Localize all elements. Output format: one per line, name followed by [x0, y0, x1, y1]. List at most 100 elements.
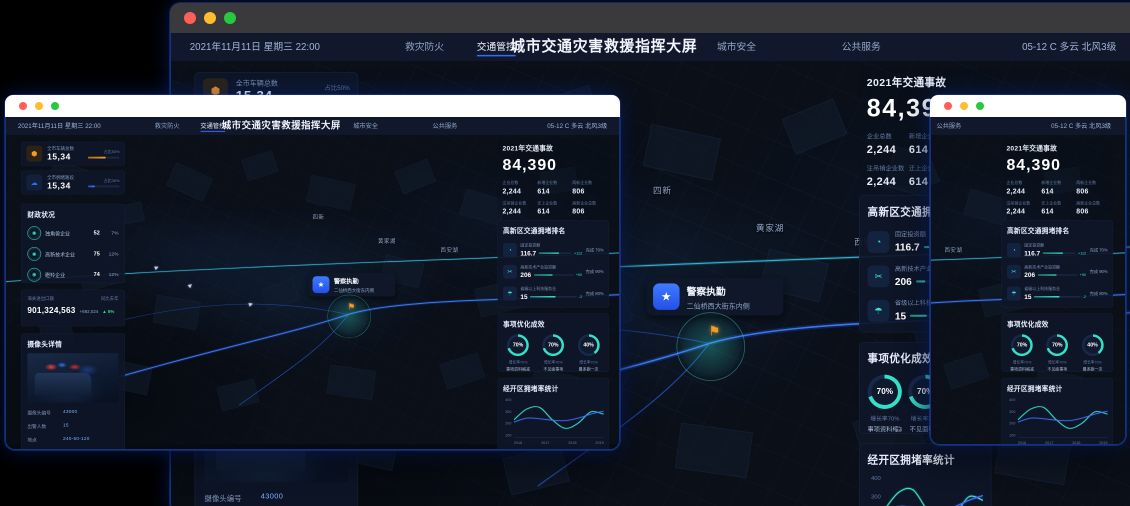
road-ratio-label: 占比30% — [88, 178, 120, 183]
nav-tab-public-service[interactable]: 公共服务 — [937, 117, 962, 135]
close-button[interactable] — [19, 102, 27, 110]
ranking-row-value: 15 — [1024, 293, 1031, 300]
camera-detail-panel: 摄像头详情 摄像头编号 43000 出警人数 15 地点 240-60-120 — [21, 333, 125, 450]
ranking-row-mid: 省级以上科技服务业 15 -2 — [520, 286, 582, 300]
ranking-row-done: 完成 70% — [1090, 247, 1108, 253]
gauge: 40% 增长率70% 最多跑一次 — [1077, 334, 1107, 372]
right-panel-column: 2021年交通事故 84,390 企业总数2,244 新增企业数614 两新企业… — [1001, 135, 1113, 445]
gauge-growth-label: 增长率70% — [1007, 360, 1037, 365]
weather-info: 05-12 C 多云 北风3级 — [1022, 33, 1116, 61]
ranking-progress-track — [1043, 252, 1076, 253]
ring-gauge: 70% — [507, 334, 529, 356]
minimize-button[interactable] — [35, 102, 43, 110]
nav-tab-public-service[interactable]: 公共服务 — [433, 117, 458, 135]
camera-row: 出警人数 15 — [27, 423, 118, 430]
ranking-progress-track — [539, 252, 572, 253]
y-axis-ticks: 100 200 300 400 — [868, 474, 885, 506]
left-browser-window[interactable]: 2021年11月11日 星期三 22:00 救灾防火 交通管控 城市交通灾害救援… — [5, 95, 620, 450]
hightech-investment-icon: ✂ — [1007, 265, 1021, 279]
congestion-ranking-panel: 高新区交通拥堵排名 ◔ 固定投资额 116.7 +112 完成 70% ✂ — [498, 220, 610, 307]
finance-row: ◉ 独角兽企业 52 7% — [27, 226, 118, 240]
weather-info: 05-12 C 多云 北风3级 — [1051, 117, 1111, 135]
ranking-row: ☂ 省级以上科技服务业 15 -2 完成 80% — [1007, 286, 1108, 300]
trade-label: 海关进出口额 — [27, 295, 54, 301]
top-nav: 2021年11月11日 星期三 22:00 救灾防火 交通管控 城市交通灾害救援… — [930, 117, 1125, 135]
ranking-progress-track — [534, 274, 574, 275]
finance-row-label: 独角兽企业 — [45, 229, 83, 236]
ranking-row: ☂ 省级以上科技服务业 15 -2 完成 80% — [503, 286, 604, 300]
left-panel-column: ⬢ 全市车辆总数 15,34 占比50% ☁ 全市拥堵路段 15,34 — [21, 135, 125, 445]
nav-tab-public-service[interactable]: 公共服务 — [842, 33, 881, 61]
camera-panel-title: 摄像头详情 — [27, 339, 118, 349]
ranking-row-value: 206 — [1024, 271, 1035, 278]
dashboard: 2021年11月11日 星期三 22:00 救灾防火 交通管控 城市交通灾害救援… — [930, 117, 1125, 444]
minimize-button[interactable] — [960, 102, 968, 110]
ranking-row: ✂ 高新技术产业投资额 206 +50 完成 90% — [503, 264, 604, 278]
shield-star-glyph: ★ — [318, 280, 325, 289]
ring-gauge: 40% — [1082, 334, 1104, 356]
page-title: 城市交通灾害救援指挥大屏 — [506, 33, 701, 61]
nav-tab-city-safety[interactable]: 城市安全 — [717, 33, 756, 61]
accidents-title: 2021年交通事故 — [867, 74, 984, 90]
trade-values: 901,324,563 +692,024 ▲ 5% — [27, 306, 118, 315]
stat-cell: 新增企业数614 — [1041, 180, 1073, 195]
ranking-row-value: 116.7 — [895, 241, 920, 253]
trade-headers: 海关进出口额 同比去年 — [27, 295, 118, 301]
hightech-enterprise-icon: ◉ — [27, 247, 41, 261]
ranking-progress-track — [1038, 274, 1078, 275]
minimize-button[interactable] — [204, 12, 216, 24]
incident-radius-marker[interactable]: ⚑ — [676, 312, 745, 381]
flag-marker-icon: ⚑ — [348, 302, 356, 312]
camera-row-value: 240-60-120 — [63, 436, 90, 443]
vehicle-icon: ⬢ — [26, 146, 42, 162]
incident-radius-marker[interactable]: ⚑ — [327, 295, 371, 339]
close-button[interactable] — [944, 102, 952, 110]
hightech-investment-icon: ✂ — [503, 265, 517, 279]
finance-row-pct: 7% — [104, 230, 119, 235]
nav-tab-disaster[interactable]: 救灾防火 — [405, 33, 444, 61]
camera-row: 地点 240-60-120 — [27, 436, 118, 443]
vehicle-ratio-label: 占比50% — [300, 83, 350, 92]
zoom-button[interactable] — [51, 102, 59, 110]
trend-chart: 100 200 300 400 — [868, 474, 983, 506]
tooltip-title: 警察执勤 — [687, 283, 750, 298]
ranking-progress-fill — [1034, 296, 1059, 297]
zoom-button[interactable] — [224, 12, 236, 24]
stat-cell: 两新企业数806 — [1076, 180, 1108, 195]
road-card-texts: 全市拥堵路段 15,34 — [47, 174, 74, 191]
nav-tab-disaster[interactable]: 救灾防火 — [155, 117, 180, 135]
accidents-stats-grid: 企业总数2,244 新增企业数614 两新企业数806 注吊销企业数2,244 … — [1006, 180, 1108, 215]
ranking-row-value: 15 — [895, 310, 906, 322]
gauge: 70% 增长率70% 不见面事项 — [538, 334, 568, 372]
close-button[interactable] — [184, 12, 196, 24]
ranking-row-label: 高新技术产业投资额 — [520, 264, 582, 269]
x-axis-ticks: 2016 2017 2018 2019 — [1018, 440, 1108, 444]
map-incident-tooltip[interactable]: ★ 警察执勤 二仙桥西大街东内侧 — [647, 278, 784, 315]
window-titlebar — [5, 95, 620, 117]
ranking-progress-fill — [916, 280, 925, 282]
optimization-title: 事项优化成效 — [1007, 318, 1108, 328]
gauge: 70% 增长率70% 事项资料缩减 — [1007, 334, 1037, 372]
optimization-title: 事项优化成效 — [503, 318, 604, 328]
vehicle-card-ratio-block: 占比50% — [88, 149, 120, 158]
road-card-ratio-block: 占比30% — [88, 178, 120, 187]
finance-status-panel: 财政状况 ◉ 独角兽企业 52 7% ◉ 高新技术企业 75 12% ◉ 瞪羚企… — [21, 204, 125, 283]
camera-snapshot-image[interactable] — [27, 353, 118, 403]
police-shield-icon: ★ — [653, 283, 680, 310]
ranking-row-value: 116.7 — [1024, 249, 1040, 256]
tooltip-title: 警察执勤 — [334, 276, 374, 285]
finance-panel-title: 财政状况 — [27, 209, 118, 219]
ring-gauge: 40% — [578, 334, 600, 356]
shield-star-glyph: ★ — [661, 290, 671, 304]
ranking-row-done: 完成 80% — [586, 290, 604, 296]
congestion-trend-panel: 经开区拥堵率统计 100 200 300 400 2016 2017 201 — [859, 443, 992, 506]
ranking-row-label: 固定投资额 — [1024, 242, 1086, 247]
right-browser-window[interactable]: 2021年11月11日 星期三 22:00 救灾防火 交通管控 城市交通灾害救援… — [930, 95, 1126, 445]
vehicle-progress-track — [88, 156, 120, 158]
nav-tab-city-safety[interactable]: 城市安全 — [353, 117, 378, 135]
fixed-investment-icon: ◔ — [868, 231, 890, 253]
zoom-button[interactable] — [976, 102, 984, 110]
map-incident-tooltip[interactable]: ★ 警察执勤 二仙桥西大街东内侧 — [309, 273, 396, 297]
finance-row: ◉ 高新技术企业 75 12% — [27, 247, 118, 261]
ring-gauge: 70% — [542, 334, 564, 356]
